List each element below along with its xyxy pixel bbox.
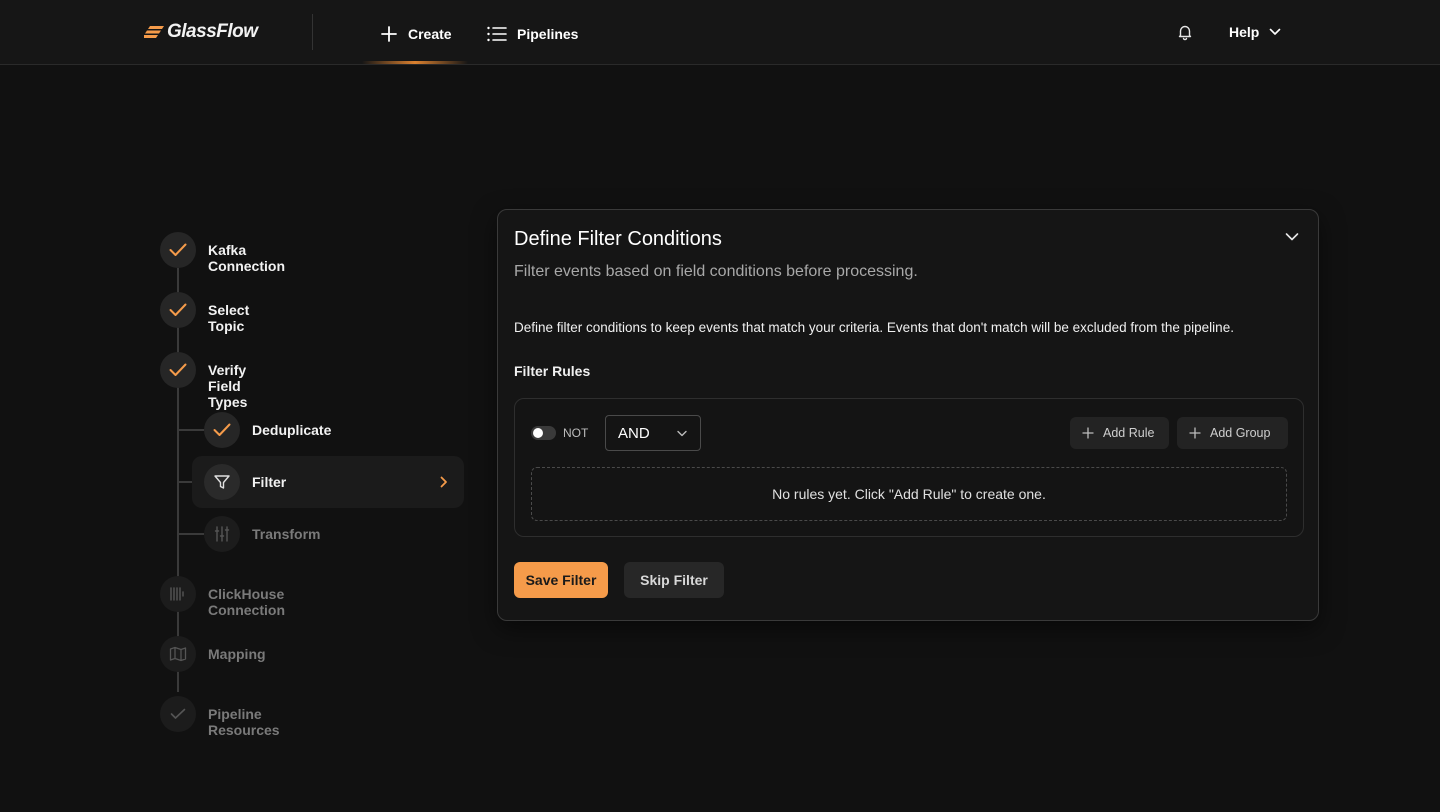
plus-icon xyxy=(381,26,397,42)
check-icon xyxy=(169,363,187,376)
step-kafka-connection[interactable]: Kafka Connection xyxy=(208,242,285,274)
step-select-topic[interactable]: Select Topic xyxy=(208,302,249,334)
bell-icon xyxy=(1178,25,1192,41)
stepper-main-line xyxy=(177,268,179,692)
not-label: NOT xyxy=(563,426,589,440)
check-icon xyxy=(170,708,186,719)
skip-filter-button[interactable]: Skip Filter xyxy=(624,562,724,598)
not-toggle[interactable] xyxy=(531,426,556,440)
step-clickhouse-connection-indicator xyxy=(160,576,196,612)
add-rule-button[interactable]: Add Rule xyxy=(1070,417,1169,449)
map-icon xyxy=(169,646,187,662)
filter-rules-group: NOT AND Add Rule Add Group No rules yet.… xyxy=(514,398,1304,537)
step-mapping-indicator xyxy=(160,636,196,672)
chevron-down-icon xyxy=(1270,28,1281,35)
add-group-button[interactable]: Add Group xyxy=(1177,417,1288,449)
check-icon xyxy=(169,243,187,256)
add-rule-label: Add Rule xyxy=(1103,426,1155,440)
card-subtitle: Filter events based on field conditions … xyxy=(514,263,918,280)
step-filter-indicator xyxy=(204,464,240,500)
plus-icon xyxy=(1189,427,1201,439)
step-verify-field-types[interactable]: Verify Field Types xyxy=(208,362,247,410)
notifications-button[interactable] xyxy=(1176,23,1194,41)
header-divider xyxy=(312,14,313,50)
active-nav-indicator xyxy=(362,61,468,64)
step-select-topic-indicator xyxy=(160,292,196,328)
list-icon xyxy=(487,26,507,42)
add-group-label: Add Group xyxy=(1210,426,1271,440)
chevron-down-icon[interactable] xyxy=(1285,232,1299,242)
step-deduplicate-indicator xyxy=(204,412,240,448)
step-clickhouse-connection: ClickHouse Connection xyxy=(208,586,285,618)
check-icon xyxy=(169,303,187,316)
filter-rules-label: Filter Rules xyxy=(514,363,591,379)
stepper-branch-line xyxy=(178,429,204,431)
toggle-knob xyxy=(533,428,543,438)
stepper-branch-line xyxy=(178,533,204,535)
save-filter-button[interactable]: Save Filter xyxy=(514,562,608,598)
empty-rules-text: No rules yet. Click "Add Rule" to create… xyxy=(772,486,1046,502)
nav-pipelines[interactable]: Pipelines xyxy=(487,22,578,46)
step-pipeline-resources-indicator xyxy=(160,696,196,732)
card-title: Define Filter Conditions xyxy=(514,228,722,250)
step-kafka-connection-indicator xyxy=(160,232,196,268)
plus-icon xyxy=(1082,427,1094,439)
logic-operator-select[interactable]: AND xyxy=(605,415,701,451)
nav-create-label: Create xyxy=(408,26,452,42)
filter-icon xyxy=(214,475,230,489)
step-filter: Filter xyxy=(252,474,287,490)
sliders-icon xyxy=(214,526,230,542)
nav-pipelines-label: Pipelines xyxy=(517,26,579,42)
step-transform-indicator xyxy=(204,516,240,552)
database-icon xyxy=(170,587,184,601)
step-transform: Transform xyxy=(252,526,321,542)
top-navigation-bar: GlassFlow Create Pipelines Help xyxy=(0,0,1440,65)
logo-text: GlassFlow xyxy=(167,21,258,42)
step-mapping: Mapping xyxy=(208,646,266,662)
step-pipeline-resources: Pipeline Resources xyxy=(208,706,280,738)
empty-rules-placeholder: No rules yet. Click "Add Rule" to create… xyxy=(531,467,1287,521)
check-icon xyxy=(213,423,231,436)
chevron-right-icon xyxy=(440,476,447,488)
stepper-branch-line xyxy=(178,481,192,483)
step-verify-field-types-indicator xyxy=(160,352,196,388)
logic-operator-value: AND xyxy=(618,424,650,442)
glassflow-logo[interactable]: GlassFlow xyxy=(144,20,258,44)
help-menu[interactable]: Help xyxy=(1229,22,1281,42)
help-label: Help xyxy=(1229,24,1260,40)
step-deduplicate[interactable]: Deduplicate xyxy=(252,422,331,438)
nav-create[interactable]: Create xyxy=(380,22,452,46)
logo-mark-icon xyxy=(144,26,164,38)
filter-conditions-card: Define Filter Conditions Filter events b… xyxy=(497,209,1319,621)
card-description: Define filter conditions to keep events … xyxy=(514,320,1234,335)
chevron-down-icon xyxy=(677,430,687,436)
